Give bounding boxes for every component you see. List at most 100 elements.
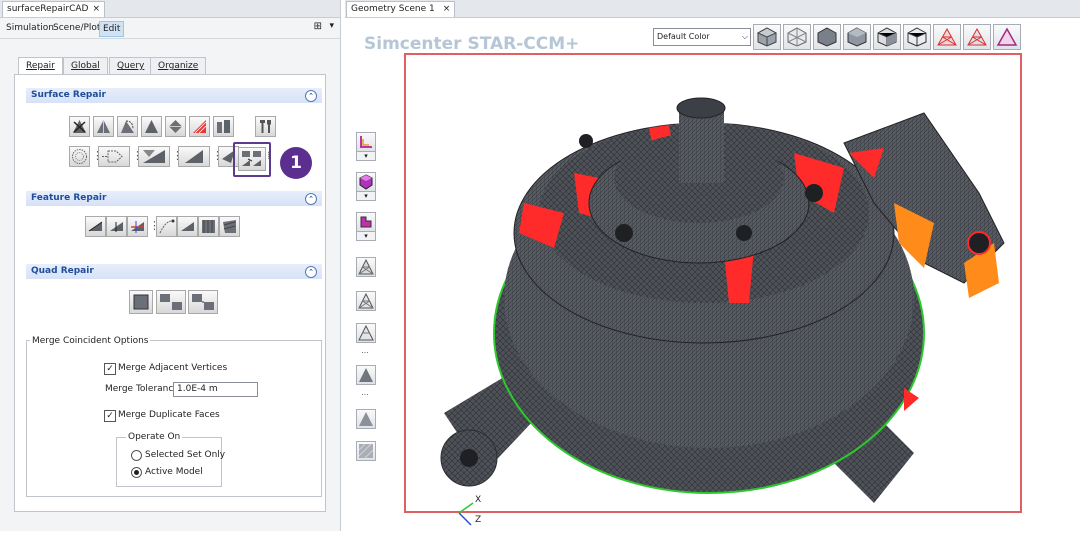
feature-tool-4[interactable] [156,216,177,237]
feature-tool-1[interactable] [85,216,106,237]
brand-watermark: Simcenter STAR-CCM+ [364,34,580,54]
separator: ⋮ [132,146,143,165]
selection-frame [404,53,1022,513]
chevron-down-icon: ⌵ [741,32,748,41]
close-icon[interactable]: × [92,4,100,14]
chevron-down-icon[interactable]: ▾ [356,191,376,201]
tab-label: surfaceRepairCAD [7,4,89,14]
merge-tolerance-input[interactable]: 1.0E-4 m [173,382,258,397]
triangle-shaded-icon[interactable] [356,409,376,429]
section-title: Quad Repair [31,266,94,276]
collapse-icon[interactable]: ⌃ [305,193,317,205]
chevron-down-icon[interactable]: ▾ [356,231,376,241]
feature-tool-7[interactable] [219,216,240,237]
quad-tool-1[interactable] [129,290,153,314]
tab-global-label: Global [71,61,100,71]
collapse-icon[interactable]: ⌃ [305,90,317,102]
triangle-solid-icon[interactable] [356,365,376,385]
section-quad-repair[interactable]: Quad Repair ⌃ [26,264,322,279]
menu-bar: Simulation Scene/Plot Edit ⊞ ▾ [0,18,340,39]
feature-tool-6[interactable] [198,216,219,237]
operate-on-group [116,437,222,487]
view-wire-cube-icon[interactable] [783,24,811,50]
quad-tool-2[interactable] [156,290,186,314]
view-solid-cube-icon[interactable] [753,24,781,50]
feature-tool-3[interactable] [127,216,148,237]
color-mode-select[interactable]: Default Color ⌵ [653,28,751,46]
tab-organize-label: Organize [158,61,199,71]
repair-tool-7[interactable] [213,116,234,137]
merge-adjacent-label: Merge Adjacent Vertices [118,363,228,373]
repair-tool-10[interactable] [138,146,170,167]
view-mesh-red-icon[interactable] [933,24,961,50]
axis-z-label: Z [475,515,482,525]
tool-highlight-frame [233,142,271,177]
repair-tool-9[interactable] [98,146,130,167]
tab-global[interactable]: Global [63,57,108,74]
repair-tool-6[interactable] [189,116,210,137]
merge-options-title: Merge Coincident Options [30,336,151,346]
repair-tool-4[interactable] [141,116,162,137]
axis-icon[interactable] [356,132,376,152]
step-badge: 1 [280,147,312,179]
axis-triad: X Z [455,495,495,534]
wrench-icon[interactable] [255,116,276,137]
repair-tool-11[interactable] [178,146,210,167]
section-title: Feature Repair [31,193,107,203]
quad-tool-3[interactable] [188,290,218,314]
part-icon[interactable] [356,212,376,232]
chevron-down-icon[interactable]: ▾ [356,151,376,161]
merge-duplicate-label: Merge Duplicate Faces [118,410,220,420]
merge-adjacent-checkbox[interactable]: ✓ [104,363,116,375]
texture-icon[interactable] [356,441,376,461]
tree-view-icon[interactable]: ⊞ [314,21,322,32]
radio-active-model[interactable] [131,467,142,478]
repair-tool-8[interactable] [69,146,90,167]
chevron-down-icon[interactable]: ▾ [329,21,334,31]
view-mesh-red-2-icon[interactable] [963,24,991,50]
more-icon[interactable]: … [356,389,374,397]
more-icon[interactable]: … [356,347,374,355]
operate-on-title: Operate On [126,432,183,442]
tab-repair[interactable]: Repair [18,57,63,75]
axis-x-label: X [475,495,482,505]
view-outline-cube-icon[interactable] [903,24,931,50]
radio-selected-set[interactable] [131,450,142,461]
separator: ⋮ [229,146,240,165]
tab-surfacerepaircad[interactable]: surfaceRepairCAD × [2,1,105,17]
tab-label: Geometry Scene 1 [351,4,435,14]
menu-edit[interactable]: Edit [99,21,125,37]
section-feature-repair[interactable]: Feature Repair ⌃ [26,191,322,206]
mesh-view-1-icon[interactable] [356,257,376,277]
menu-simulation[interactable]: Simulation [3,21,57,35]
tab-geometry-scene[interactable]: Geometry Scene 1 × [346,1,456,17]
tab-organize[interactable]: Organize [150,57,207,74]
separator: ⋮ [149,216,160,235]
separator: ⋮ [172,146,183,165]
color-mode-value: Default Color [657,32,710,41]
view-shaded-cube-icon[interactable] [813,24,841,50]
feature-tool-5[interactable] [177,216,198,237]
repair-tool-5[interactable] [165,116,186,137]
mesh-view-2-icon[interactable] [356,291,376,311]
separator: ⋮ [212,146,223,165]
collapse-icon[interactable]: ⌃ [305,266,317,278]
repair-tool-2[interactable] [93,116,114,137]
section-surface-repair[interactable]: Surface Repair ⌃ [26,88,322,103]
mesh-view-3-icon[interactable] [356,323,376,343]
radio-active-model-label: Active Model [145,467,203,477]
repair-tool-3[interactable] [117,116,138,137]
view-hidden-cube-icon[interactable] [843,24,871,50]
menu-scene-plot[interactable]: Scene/Plot [50,21,103,35]
view-mesh-purple-icon[interactable] [993,24,1021,50]
repair-tool-1[interactable] [69,116,90,137]
tab-query-label: Query [117,61,145,71]
merge-duplicate-checkbox[interactable]: ✓ [104,410,116,422]
merge-tolerance-label: Merge Tolerance [105,384,179,394]
cube-select-icon[interactable] [356,172,376,192]
close-icon[interactable]: × [443,4,451,14]
view-edge-cube-icon[interactable] [873,24,901,50]
tab-query[interactable]: Query [109,57,153,74]
feature-tool-2[interactable] [106,216,127,237]
section-title: Surface Repair [31,90,106,100]
